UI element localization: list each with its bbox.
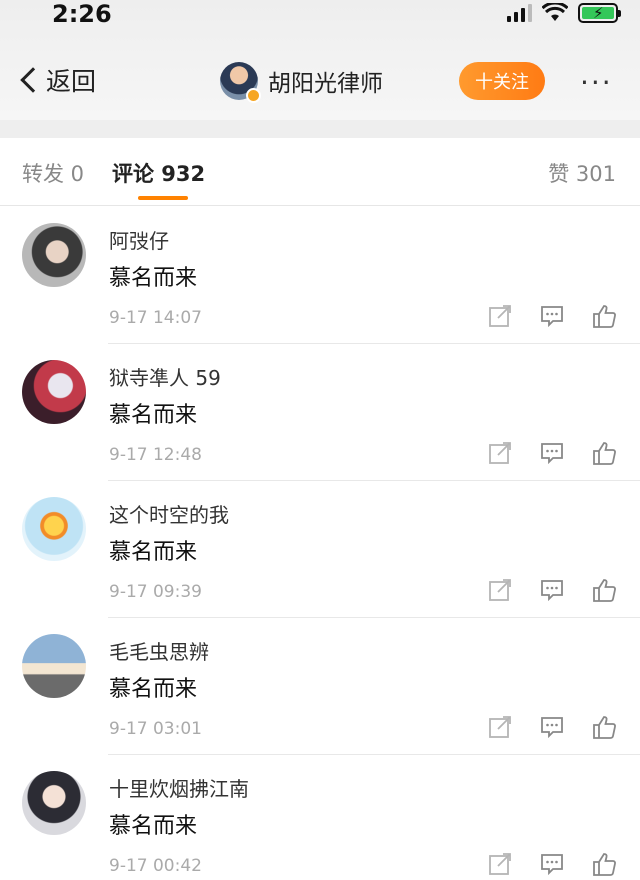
tab-like[interactable]: 赞 301 — [548, 158, 616, 188]
comment-text: 慕名而来 — [109, 814, 198, 839]
comment-item: 狱寺凖人 59 慕名而来 9-17 12:48 — [0, 344, 640, 481]
share-icon[interactable] — [487, 714, 513, 740]
comment-time: 9-17 14:07 — [109, 308, 202, 328]
more-menu-icon[interactable]: ··· — [580, 66, 613, 99]
comment-author[interactable]: 毛毛虫思辨 — [109, 636, 209, 665]
avatar[interactable] — [22, 497, 86, 561]
back-button[interactable]: 返回 — [18, 62, 96, 98]
comment-item: 十里炊烟拂江南 慕名而来 9-17 00:42 — [0, 755, 640, 880]
avatar[interactable] — [22, 771, 86, 835]
avatar[interactable] — [22, 360, 86, 424]
like-icon[interactable] — [591, 577, 617, 603]
wifi-icon — [542, 3, 568, 21]
share-icon[interactable] — [487, 851, 513, 877]
avatar[interactable] — [22, 634, 86, 698]
comment-icon[interactable] — [539, 851, 565, 877]
verified-badge-icon — [246, 88, 261, 103]
comment-item: 这个时空的我 慕名而来 9-17 09:39 — [0, 481, 640, 618]
back-label: 返回 — [46, 67, 97, 96]
like-icon[interactable] — [591, 851, 617, 877]
comment-text: 慕名而来 — [109, 266, 198, 291]
comment-text: 慕名而来 — [109, 403, 198, 428]
comment-item: 毛毛虫思辨 慕名而来 9-17 03:01 — [0, 618, 640, 755]
comment-icon[interactable] — [539, 303, 565, 329]
user-name: 胡阳光律师 — [268, 71, 383, 97]
battery-icon: ⚡ — [578, 3, 621, 23]
comment-icon[interactable] — [539, 714, 565, 740]
signal-icon — [507, 4, 532, 22]
comment-text: 慕名而来 — [109, 677, 198, 702]
follow-button[interactable]: 十关注 — [459, 62, 545, 100]
profile-header[interactable]: 胡阳光律师 — [220, 62, 383, 103]
share-icon[interactable] — [487, 303, 513, 329]
comment-text: 慕名而来 — [109, 540, 198, 565]
status-time: 2:26 — [52, 0, 112, 28]
back-chevron-icon — [20, 67, 46, 93]
like-icon[interactable] — [591, 714, 617, 740]
avatar[interactable] — [22, 223, 86, 287]
share-icon[interactable] — [487, 440, 513, 466]
tab-bar: 转发 0 评论 932 赞 301 — [0, 138, 640, 206]
comment-item: 阿弢仔 慕名而来 9-17 14:07 — [0, 207, 640, 344]
comment-author[interactable]: 阿弢仔 — [109, 225, 169, 254]
active-tab-indicator — [138, 196, 188, 200]
comment-time: 9-17 09:39 — [109, 582, 202, 602]
like-icon[interactable] — [591, 440, 617, 466]
divider — [0, 120, 640, 138]
comment-time: 9-17 12:48 — [109, 445, 202, 465]
status-icons: ⚡ — [507, 2, 621, 24]
avatar — [220, 62, 261, 103]
comment-icon[interactable] — [539, 577, 565, 603]
comment-time: 9-17 03:01 — [109, 719, 202, 739]
top-bar: 2:26 ⚡ 返回 胡阳光律师 十关注 ··· — [0, 0, 640, 120]
like-icon[interactable] — [591, 303, 617, 329]
tab-repost[interactable]: 转发 0 — [22, 158, 84, 188]
share-icon[interactable] — [487, 577, 513, 603]
comment-author[interactable]: 狱寺凖人 59 — [109, 362, 221, 391]
comment-author[interactable]: 十里炊烟拂江南 — [109, 773, 249, 802]
comment-time: 9-17 00:42 — [109, 856, 202, 876]
tab-comment[interactable]: 评论 932 — [112, 158, 205, 188]
comment-author[interactable]: 这个时空的我 — [109, 499, 229, 528]
comment-icon[interactable] — [539, 440, 565, 466]
